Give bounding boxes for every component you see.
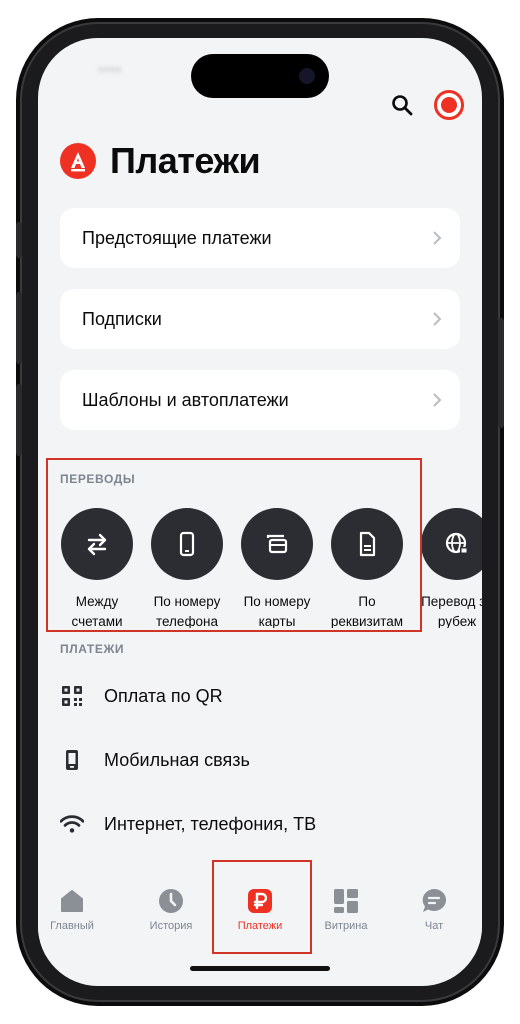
globe-icon	[421, 508, 482, 580]
transfer-label: По номеру телефона	[153, 594, 221, 628]
arrows-swap-icon	[61, 508, 133, 580]
chevron-right-icon	[433, 231, 442, 245]
title-row: Платежи	[60, 140, 261, 182]
nav-chat[interactable]: Чат	[394, 886, 474, 932]
pay-label: Мобильная связь	[104, 749, 250, 770]
transfer-by-card[interactable]: По номеру карты	[232, 508, 322, 628]
document-icon	[331, 508, 403, 580]
mobile-icon	[60, 748, 84, 772]
home-indicator	[190, 966, 330, 971]
nav-payments-highlight-outline	[212, 860, 312, 954]
transfer-between-accounts[interactable]: Между счетами	[52, 508, 142, 628]
payments-section-label: ПЛАТЕЖИ	[60, 642, 125, 656]
search-icon[interactable]	[388, 91, 416, 119]
alfa-logo-icon	[60, 143, 96, 179]
qr-icon	[60, 684, 84, 708]
nav-label: Главный	[50, 920, 94, 932]
nav-label: История	[149, 920, 193, 932]
clock-icon	[156, 886, 186, 916]
transfer-label: По номеру карты	[243, 594, 311, 628]
profile-avatar[interactable]	[434, 90, 464, 120]
pay-item-mobile[interactable]: Мобильная связь	[60, 748, 250, 772]
transfer-label: Между счетами	[71, 594, 123, 628]
transfer-label: Перевод за рубеж	[421, 594, 482, 628]
status-time: ••••	[98, 60, 122, 79]
card-label: Шаблоны и автоплатежи	[82, 389, 289, 410]
phone-icon	[151, 508, 223, 580]
card-label: Предстоящие платежи	[82, 227, 272, 248]
wifi-icon	[60, 812, 84, 836]
transfer-abroad[interactable]: Перевод за рубеж	[412, 508, 482, 628]
chat-icon	[419, 886, 449, 916]
card-icon	[241, 508, 313, 580]
pay-item-qr[interactable]: Оплата по QR	[60, 684, 223, 708]
app-screen: •••• Платежи Предстоящие платежи Подписк…	[38, 38, 482, 986]
card-templates-autopayments[interactable]: Шаблоны и автоплатежи	[60, 370, 460, 430]
home-icon	[57, 886, 87, 916]
pay-label: Интернет, телефония, ТВ	[104, 813, 317, 834]
transfer-by-details[interactable]: По реквизитам	[322, 508, 412, 628]
top-actions	[388, 90, 464, 120]
transfers-section-label: ПЕРЕВОДЫ	[60, 472, 136, 486]
card-label: Подписки	[82, 308, 162, 329]
transfers-carousel[interactable]: Между счетами По номеру телефона По номе…	[52, 508, 482, 628]
nav-label: Витрина	[324, 920, 368, 932]
pay-label: Оплата по QR	[104, 685, 223, 706]
card-upcoming-payments[interactable]: Предстоящие платежи	[60, 208, 460, 268]
nav-history[interactable]: История	[131, 886, 211, 932]
card-subscriptions[interactable]: Подписки	[60, 289, 460, 349]
nav-label: Чат	[424, 920, 444, 932]
side-button-power	[498, 318, 504, 428]
side-button-volume-up	[16, 292, 22, 364]
nav-showcase[interactable]: Витрина	[306, 886, 386, 932]
side-button-volume-down	[16, 384, 22, 456]
grid-icon	[331, 886, 361, 916]
dynamic-island	[191, 54, 329, 98]
page-title: Платежи	[110, 140, 261, 181]
nav-home[interactable]: Главный	[38, 886, 112, 932]
transfer-label: По реквизитам	[330, 594, 404, 628]
chevron-right-icon	[433, 393, 442, 407]
chevron-right-icon	[433, 312, 442, 326]
transfer-by-phone[interactable]: По номеру телефона	[142, 508, 232, 628]
side-button-mute	[16, 222, 22, 258]
pay-item-internet[interactable]: Интернет, телефония, ТВ	[60, 812, 316, 836]
